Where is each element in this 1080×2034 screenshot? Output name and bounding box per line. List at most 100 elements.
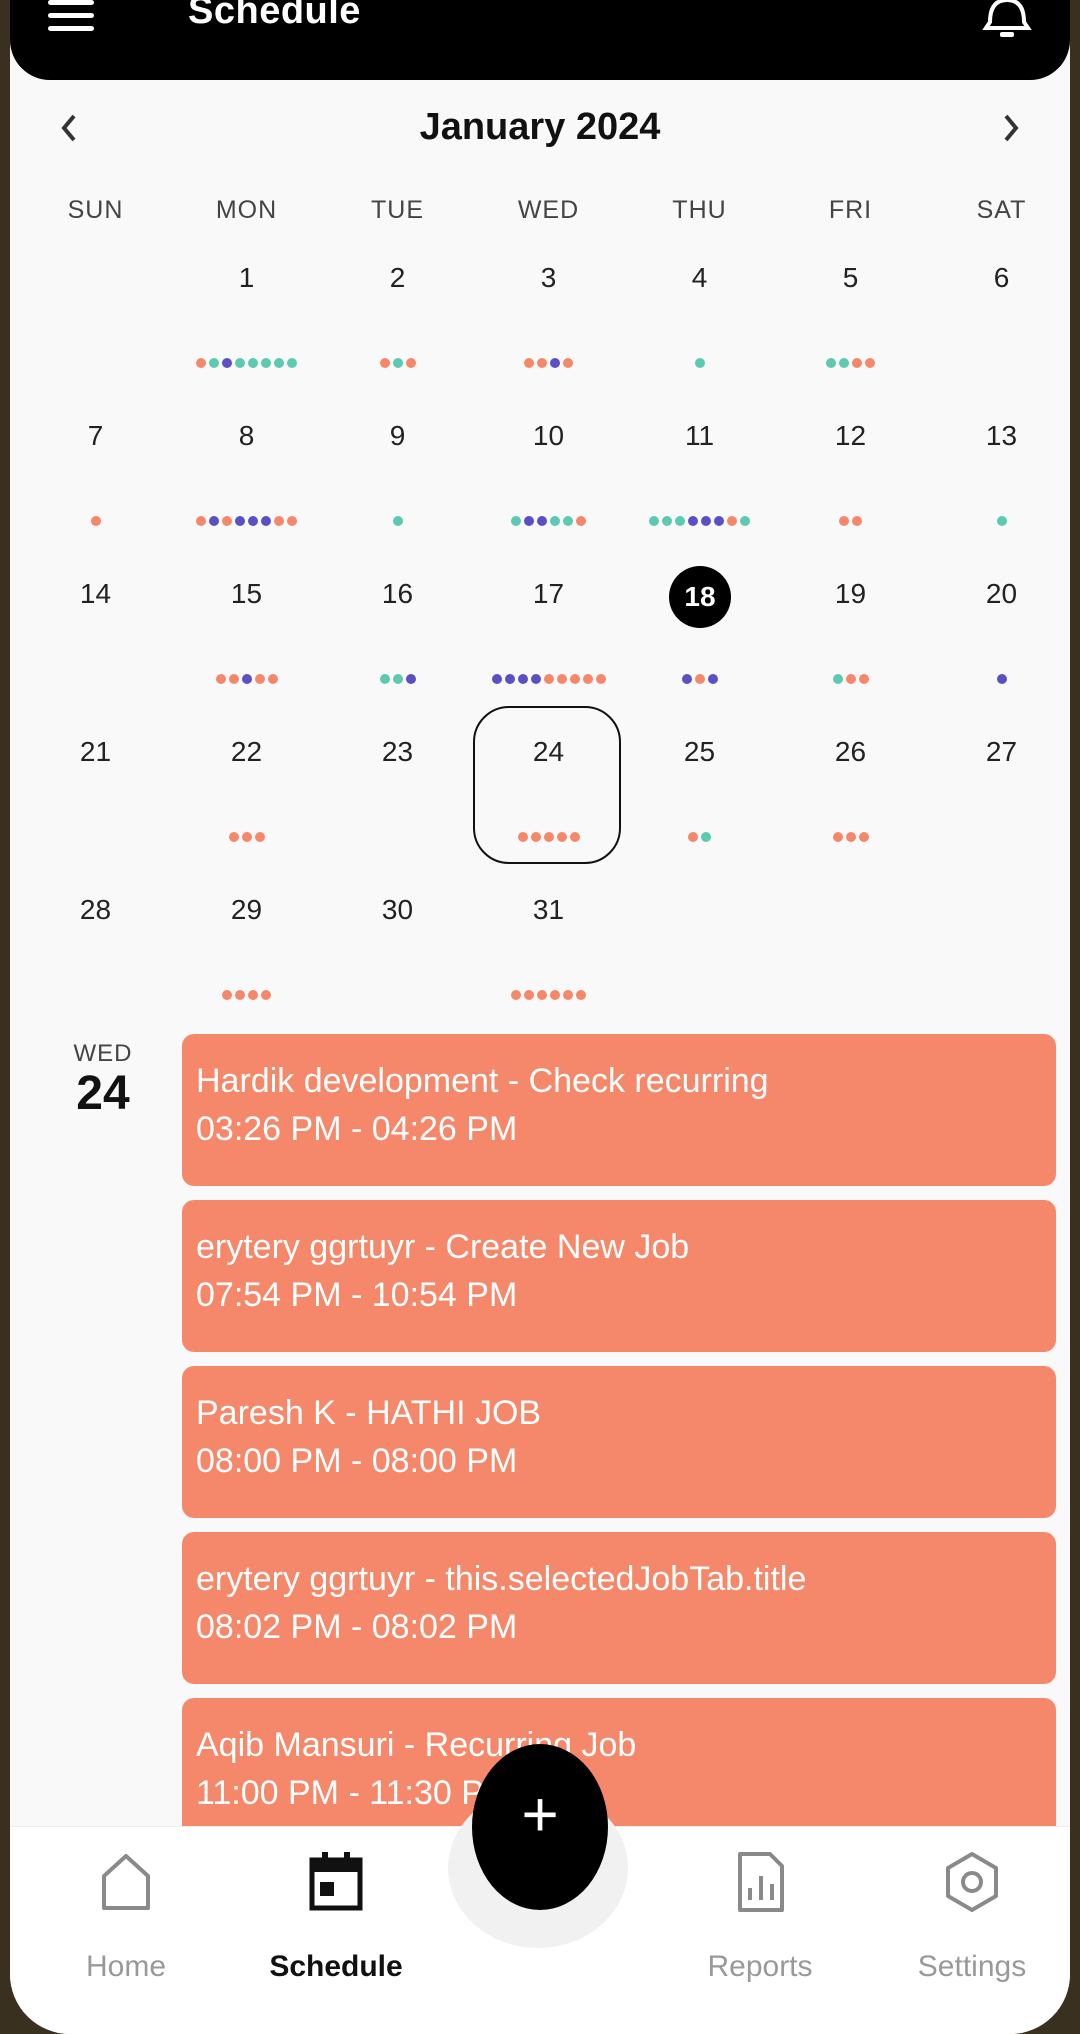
event-card[interactable]: Paresh K - HATHI JOB 08:00 PM - 08:00 PM bbox=[182, 1366, 1056, 1518]
event-dots bbox=[473, 832, 624, 842]
month-label: January 2024 bbox=[419, 106, 661, 148]
day-number: 30 bbox=[381, 894, 414, 925]
calendar-day-9[interactable]: 9 bbox=[322, 398, 473, 558]
event-dot bbox=[209, 358, 219, 368]
event-dot bbox=[379, 358, 390, 368]
day-number: 24 bbox=[532, 736, 565, 767]
calendar-icon bbox=[309, 1852, 363, 1911]
tab-home[interactable]: Home bbox=[26, 1850, 226, 2000]
weekday-fri: FRI bbox=[828, 196, 873, 224]
day-number: 16 bbox=[381, 578, 414, 609]
event-dot bbox=[196, 516, 206, 526]
calendar-day-17[interactable]: 17 bbox=[473, 556, 624, 716]
tab-schedule-label: Schedule bbox=[269, 1950, 403, 1983]
calendar-day-14[interactable]: 14 bbox=[20, 556, 171, 716]
calendar-day-8[interactable]: 8 bbox=[171, 398, 322, 558]
weekday-thu: THU bbox=[672, 196, 727, 224]
event-dots bbox=[624, 674, 775, 684]
calendar-day-29[interactable]: 29 bbox=[171, 872, 322, 1032]
event-dot bbox=[662, 516, 672, 526]
top-bar: Schedule bbox=[10, 0, 1070, 80]
hamburger-icon[interactable] bbox=[48, 0, 98, 36]
event-dot bbox=[688, 832, 698, 842]
calendar-day-27[interactable]: 27 bbox=[926, 714, 1070, 874]
event-card[interactable]: Hardik development - Check recurring 03:2… bbox=[182, 1034, 1056, 1186]
calendar-day-10[interactable]: 10 bbox=[473, 398, 624, 558]
event-dot bbox=[287, 358, 297, 368]
selected-day-of-week: WED bbox=[73, 1040, 133, 1067]
event-dot bbox=[701, 516, 711, 526]
event-dot bbox=[996, 516, 1007, 526]
chevron-right-icon bbox=[1004, 114, 1019, 142]
event-card[interactable]: erytery ggrtuyr - this.selectedJobTab.ti… bbox=[182, 1532, 1056, 1684]
tab-settings-label: Settings bbox=[917, 1950, 1027, 1983]
event-dot bbox=[517, 832, 528, 842]
event-dot bbox=[228, 832, 239, 842]
event-dot bbox=[405, 358, 416, 368]
calendar-day-5[interactable]: 5 bbox=[775, 240, 926, 400]
calendar-day-22[interactable]: 22 bbox=[171, 714, 322, 874]
tab-reports[interactable]: Reports bbox=[660, 1850, 860, 2000]
calendar-day-13[interactable]: 13 bbox=[926, 398, 1070, 558]
calendar-day-6[interactable]: 6 bbox=[926, 240, 1070, 400]
calendar-day-11[interactable]: 11 bbox=[624, 398, 775, 558]
calendar-day-16[interactable]: 16 bbox=[322, 556, 473, 716]
event-card[interactable]: erytery ggrtuyr - Create New Job 07:54 PM… bbox=[182, 1200, 1056, 1352]
event-dot bbox=[209, 516, 219, 526]
calendar-day-21[interactable]: 21 bbox=[20, 714, 171, 874]
event-dot bbox=[537, 358, 547, 368]
event-dot bbox=[550, 358, 560, 368]
day-number: 12 bbox=[834, 420, 867, 451]
event-title: erytery ggrtuyr - Create New Job bbox=[196, 1228, 690, 1266]
calendar-day-1[interactable]: 1 bbox=[171, 240, 322, 400]
calendar-day-15[interactable]: 15 bbox=[171, 556, 322, 716]
day-number: 11 bbox=[684, 420, 715, 451]
calendar-day-18[interactable]: 18 bbox=[624, 556, 775, 716]
event-dots bbox=[775, 516, 926, 526]
calendar-day-31[interactable]: 31 bbox=[473, 872, 624, 1032]
event-dot bbox=[248, 990, 258, 1000]
event-dot bbox=[649, 516, 659, 526]
event-dot bbox=[392, 358, 403, 368]
event-dot bbox=[694, 674, 705, 684]
add-job-button[interactable]: + bbox=[472, 1744, 608, 1910]
tab-home-label: Home bbox=[85, 1950, 167, 1983]
calendar-day-26[interactable]: 26 bbox=[775, 714, 926, 874]
day-number: 25 bbox=[683, 736, 716, 767]
event-dot bbox=[543, 674, 554, 684]
event-dot bbox=[688, 516, 698, 526]
event-dot bbox=[274, 516, 284, 526]
event-dot bbox=[694, 358, 705, 368]
day-number: 15 bbox=[230, 578, 263, 609]
page-title: Schedule bbox=[188, 0, 361, 32]
next-month-button[interactable] bbox=[990, 108, 1030, 148]
selected-day-number: 24 bbox=[76, 1067, 130, 1120]
calendar-day-20[interactable]: 20 bbox=[926, 556, 1070, 716]
day-number: 13 bbox=[985, 420, 1018, 451]
event-dots bbox=[473, 674, 624, 684]
calendar-day-2[interactable]: 2 bbox=[322, 240, 473, 400]
calendar-day-7[interactable]: 7 bbox=[20, 398, 171, 558]
calendar-day-19[interactable]: 19 bbox=[775, 556, 926, 716]
event-time: 08:00 PM - 08:00 PM bbox=[196, 1442, 518, 1480]
calendar-day-24[interactable]: 24 bbox=[473, 706, 624, 874]
calendar-day-4[interactable]: 4 bbox=[624, 240, 775, 400]
event-dot bbox=[858, 674, 869, 684]
tab-settings[interactable]: Settings bbox=[872, 1850, 1070, 2000]
event-dot bbox=[511, 990, 521, 1000]
event-dots bbox=[171, 832, 322, 842]
day-number: 14 bbox=[79, 578, 112, 609]
calendar-day-12[interactable]: 12 bbox=[775, 398, 926, 558]
event-dots bbox=[926, 516, 1070, 526]
tab-schedule[interactable]: Schedule bbox=[236, 1850, 436, 2000]
calendar-day-30[interactable]: 30 bbox=[322, 872, 473, 1032]
event-dot bbox=[832, 674, 843, 684]
calendar-day-28[interactable]: 28 bbox=[20, 872, 171, 1032]
day-number: 7 bbox=[87, 420, 104, 451]
bell-icon[interactable] bbox=[980, 0, 1034, 42]
event-dots bbox=[473, 516, 624, 526]
calendar-day-25[interactable]: 25 bbox=[624, 714, 775, 874]
event-dots bbox=[322, 516, 473, 526]
calendar-day-3[interactable]: 3 bbox=[473, 240, 624, 400]
calendar-day-23[interactable]: 23 bbox=[322, 714, 473, 874]
